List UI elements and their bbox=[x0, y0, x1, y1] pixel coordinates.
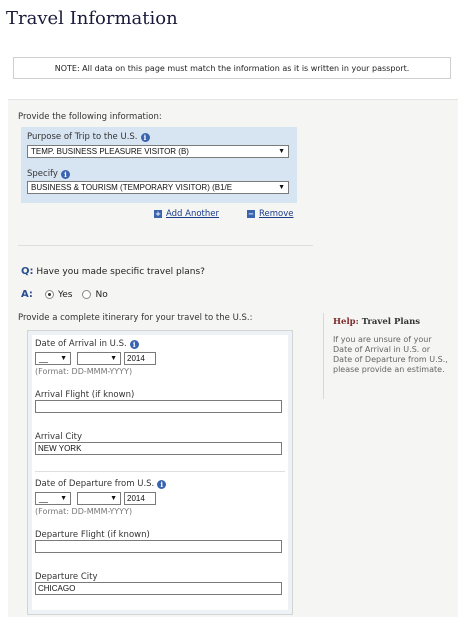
help-topic: Travel Plans bbox=[361, 317, 421, 327]
arrival-flight-input[interactable] bbox=[35, 400, 282, 413]
plus-square-icon: + bbox=[154, 210, 162, 218]
departure-flight-label: Departure Flight (if known) bbox=[35, 530, 150, 540]
chevron-down-icon: ▼ bbox=[278, 184, 285, 191]
info-icon[interactable]: i bbox=[157, 479, 167, 489]
arrival-month-select[interactable]: ▼ bbox=[77, 352, 121, 365]
departure-city-label: Departure City bbox=[35, 572, 98, 582]
arrival-day-select[interactable]: __ ▼ bbox=[35, 352, 71, 365]
chevron-down-icon: ▼ bbox=[60, 495, 67, 502]
departure-day-value: __ bbox=[39, 494, 48, 503]
passport-note-text: NOTE: All data on this page must match t… bbox=[54, 63, 410, 73]
question-prefix: Q: bbox=[21, 266, 34, 277]
radio-yes[interactable] bbox=[44, 290, 54, 299]
purpose-label: Purpose of Trip to the U.S. i bbox=[27, 132, 150, 142]
chevron-down-icon: ▼ bbox=[110, 495, 117, 502]
info-icon[interactable]: i bbox=[129, 339, 139, 349]
passport-note: NOTE: All data on this page must match t… bbox=[13, 57, 451, 79]
arrival-day-value: __ bbox=[39, 354, 48, 363]
purpose-select-value: TEMP. BUSINESS PLEASURE VISITOR (B) bbox=[31, 147, 189, 156]
specify-label-text: Specify bbox=[27, 169, 58, 179]
travel-plans-answer: A: Yes No bbox=[21, 289, 108, 300]
arrival-date-label-text: Date of Arrival in U.S. bbox=[35, 339, 127, 349]
arrival-date-label: Date of Arrival in U.S. i bbox=[35, 339, 139, 349]
radio-no-label: No bbox=[95, 289, 108, 300]
help-panel: Help: Travel Plans If you are unsure of … bbox=[323, 313, 451, 399]
departure-year-input[interactable]: 2014 bbox=[124, 492, 156, 505]
departure-format-hint: (Format: DD-MMM-YYYY) bbox=[35, 507, 133, 516]
help-text: If you are unsure of your Date of Arriva… bbox=[333, 335, 448, 374]
add-another-link[interactable]: + Add Another bbox=[154, 209, 219, 219]
page-title: Travel Information bbox=[6, 8, 178, 29]
section-divider bbox=[18, 245, 313, 246]
add-another-label: Add Another bbox=[166, 209, 220, 219]
purpose-label-text: Purpose of Trip to the U.S. bbox=[27, 132, 138, 142]
arrival-year-input[interactable]: 2014 bbox=[124, 352, 156, 365]
departure-day-select[interactable]: __ ▼ bbox=[35, 492, 71, 505]
departure-date-label: Date of Departure from U.S. i bbox=[35, 479, 167, 489]
arrival-city-label: Arrival City bbox=[35, 432, 82, 442]
answer-prefix: A: bbox=[21, 289, 33, 300]
help-prefix: Help: bbox=[333, 317, 359, 327]
remove-link[interactable]: − Remove bbox=[247, 209, 294, 219]
arrival-format-hint: (Format: DD-MMM-YYYY) bbox=[35, 367, 133, 376]
departure-city-input[interactable]: CHICAGO bbox=[35, 582, 282, 595]
departure-month-select[interactable]: ▼ bbox=[77, 492, 121, 505]
travel-plans-question: Q: Have you made specific travel plans? bbox=[21, 266, 205, 277]
departure-flight-input[interactable] bbox=[35, 540, 282, 553]
specify-select-value: BUSINESS & TOURISM (TEMPORARY VISITOR) (… bbox=[31, 183, 233, 192]
departure-date-label-text: Date of Departure from U.S. bbox=[35, 479, 155, 489]
help-title: Help: Travel Plans bbox=[333, 317, 420, 327]
minus-square-icon: − bbox=[247, 210, 255, 218]
specify-label: Specify i bbox=[27, 169, 70, 179]
arrival-flight-label: Arrival Flight (if known) bbox=[35, 390, 135, 400]
radio-no[interactable] bbox=[82, 290, 92, 299]
purpose-select[interactable]: TEMP. BUSINESS PLEASURE VISITOR (B) ▼ bbox=[27, 145, 289, 158]
itinerary-label: Provide a complete itinerary for your tr… bbox=[18, 313, 253, 323]
question-text: Have you made specific travel plans? bbox=[36, 267, 205, 277]
remove-label: Remove bbox=[259, 209, 294, 219]
chevron-down-icon: ▼ bbox=[110, 355, 117, 362]
info-icon[interactable]: i bbox=[140, 132, 150, 142]
itinerary-divider bbox=[35, 471, 285, 472]
chevron-down-icon: ▼ bbox=[60, 355, 67, 362]
radio-yes-label: Yes bbox=[57, 289, 73, 300]
specify-select[interactable]: BUSINESS & TOURISM (TEMPORARY VISITOR) (… bbox=[27, 181, 289, 194]
info-icon[interactable]: i bbox=[60, 169, 70, 179]
chevron-down-icon: ▼ bbox=[278, 148, 285, 155]
arrival-city-input[interactable]: NEW YORK bbox=[35, 442, 282, 455]
provide-info-label: Provide the following information: bbox=[18, 112, 162, 122]
